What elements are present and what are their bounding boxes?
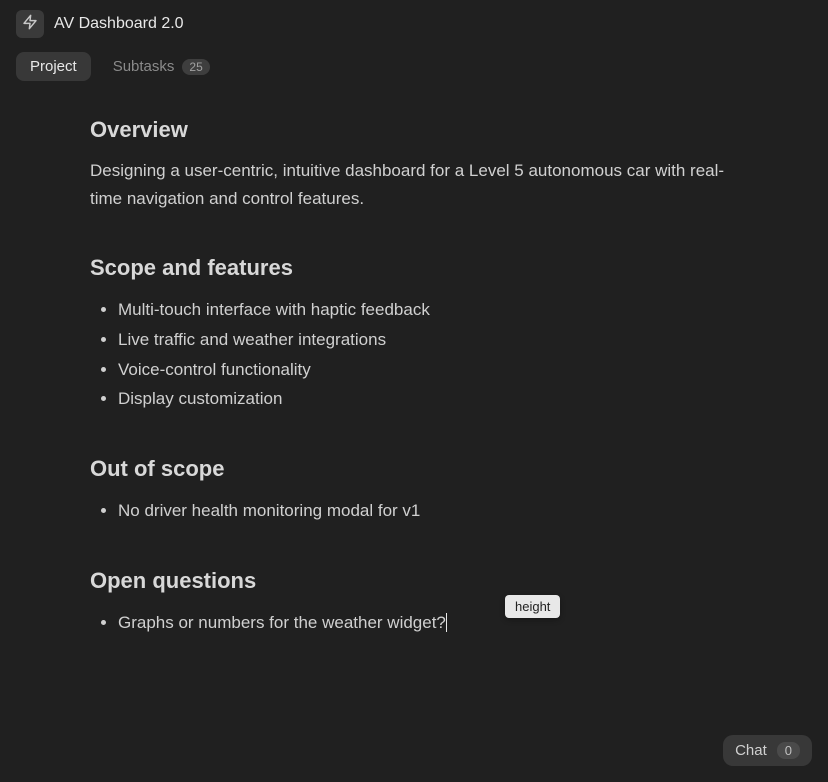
scope-list[interactable]: Multi-touch interface with haptic feedba… — [90, 295, 738, 414]
overview-body[interactable]: Designing a user-centric, intuitive dash… — [90, 157, 738, 213]
content: Overview Designing a user-centric, intui… — [0, 93, 828, 638]
tab-project[interactable]: Project — [16, 52, 91, 81]
section-overview: Overview Designing a user-centric, intui… — [90, 117, 738, 213]
tab-subtasks[interactable]: Subtasks 25 — [99, 52, 224, 81]
chat-count: 0 — [777, 742, 800, 759]
lightning-icon — [22, 14, 38, 35]
out-of-scope-heading[interactable]: Out of scope — [90, 456, 738, 482]
open-questions-heading[interactable]: Open questions — [90, 568, 738, 594]
section-open-questions: Open questions Graphs or numbers for the… — [90, 568, 738, 638]
header: AV Dashboard 2.0 — [0, 0, 828, 44]
tooltip-height: height — [505, 595, 560, 618]
page-title: AV Dashboard 2.0 — [54, 15, 184, 33]
tab-subtasks-label: Subtasks — [113, 58, 175, 75]
tab-subtasks-count: 25 — [182, 59, 209, 75]
chat-button[interactable]: Chat 0 — [723, 735, 812, 766]
list-item[interactable]: Voice-control functionality — [118, 355, 738, 385]
list-item[interactable]: Graphs or numbers for the weather widget… — [118, 608, 738, 638]
list-item[interactable]: Multi-touch interface with haptic feedba… — [118, 295, 738, 325]
tab-project-label: Project — [30, 58, 77, 75]
list-item[interactable]: Live traffic and weather integrations — [118, 325, 738, 355]
chat-label: Chat — [735, 742, 767, 759]
section-scope: Scope and features Multi-touch interface… — [90, 255, 738, 414]
list-item[interactable]: Display customization — [118, 384, 738, 414]
list-item-text: Graphs or numbers for the weather widget… — [118, 613, 446, 632]
scope-heading[interactable]: Scope and features — [90, 255, 738, 281]
overview-heading[interactable]: Overview — [90, 117, 738, 143]
list-item[interactable]: No driver health monitoring modal for v1 — [118, 496, 738, 526]
text-cursor — [446, 613, 447, 632]
app-icon-container — [16, 10, 44, 38]
tabs: Project Subtasks 25 — [0, 44, 828, 93]
out-of-scope-list[interactable]: No driver health monitoring modal for v1 — [90, 496, 738, 526]
section-out-of-scope: Out of scope No driver health monitoring… — [90, 456, 738, 526]
open-questions-list[interactable]: Graphs or numbers for the weather widget… — [90, 608, 738, 638]
